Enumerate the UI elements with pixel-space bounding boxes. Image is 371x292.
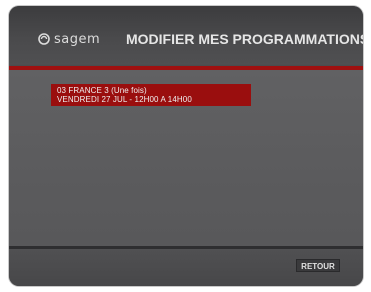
brand-logo-text: sagem: [54, 31, 101, 47]
recording-channel: 03 FRANCE 3 (Une fois): [57, 86, 147, 95]
header-bar: sagem MODIFIER MES PROGRAMMATIONS: [9, 6, 363, 66]
footer-bar: RETOUR: [9, 249, 363, 286]
page-title: MODIFIER MES PROGRAMMATIONS: [126, 31, 363, 47]
back-button[interactable]: RETOUR: [296, 259, 340, 272]
recording-schedule: VENDREDI 27 JUL - 12H00 A 14H00: [57, 95, 192, 104]
recordings-list: 03 FRANCE 3 (Une fois) VENDREDI 27 JUL -…: [9, 70, 363, 246]
recording-item-selected[interactable]: 03 FRANCE 3 (Une fois) VENDREDI 27 JUL -…: [51, 84, 251, 106]
tv-screen: sagem MODIFIER MES PROGRAMMATIONS 03 FRA…: [9, 6, 363, 286]
brand-logo: sagem: [38, 30, 100, 48]
sagem-logo-icon: [38, 33, 50, 45]
